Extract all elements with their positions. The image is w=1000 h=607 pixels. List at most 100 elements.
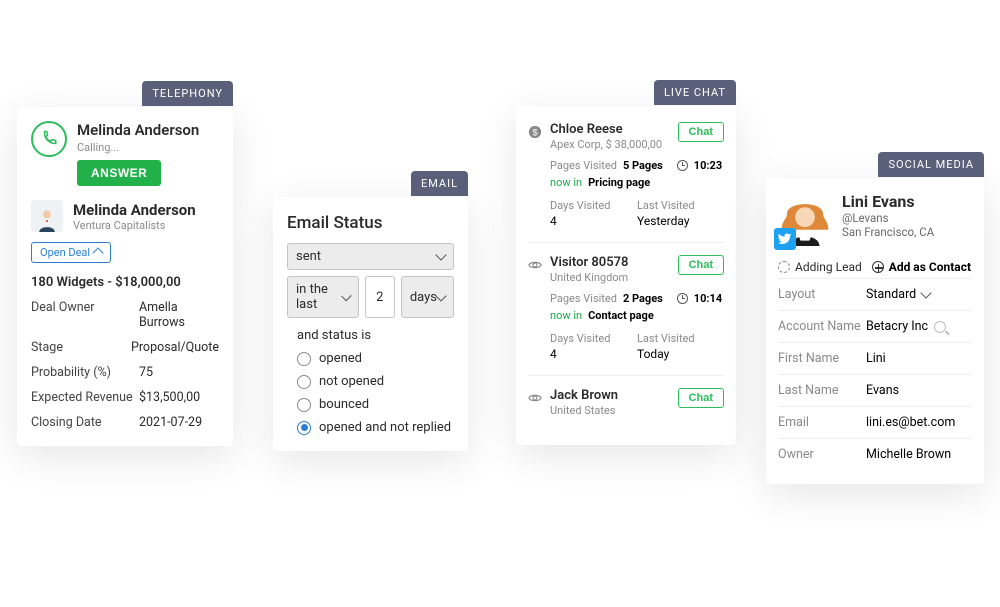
now-in-label: now in — [550, 309, 582, 322]
chat-button[interactable]: Chat — [678, 122, 724, 142]
eye-icon — [528, 390, 542, 404]
eye-icon — [528, 257, 542, 271]
current-page: Contact page — [588, 309, 654, 322]
pages-visited-label: Pages Visited — [550, 292, 617, 305]
form-label: Email — [778, 415, 866, 430]
caller-name: Melinda Anderson — [77, 121, 199, 139]
adding-lead-status: Adding Lead — [778, 260, 862, 274]
radio-label: opened — [319, 351, 362, 366]
chat-button[interactable]: Chat — [678, 255, 724, 275]
visitor-sub: Apex Corp, $ 38,000,00 — [550, 138, 662, 151]
visit-time: 10:23 — [694, 159, 722, 172]
clock-icon — [677, 293, 688, 304]
visitor-sub: United Kingdom — [550, 271, 629, 284]
dollar-icon: $ — [528, 124, 542, 138]
form-row: OwnerMichelle Brown — [778, 438, 972, 470]
radio-label: not opened — [319, 374, 384, 389]
telephony-card: TELEPHONY Melinda Anderson Calling... AN… — [17, 107, 233, 446]
search-icon[interactable] — [934, 321, 946, 333]
field-value: Proposal/Quote — [131, 340, 219, 355]
radio-label: opened and not replied — [319, 420, 451, 435]
visit-time: 10:14 — [694, 292, 722, 305]
contact-avatar — [31, 200, 63, 232]
deal-field: Probability (%)75 — [31, 365, 219, 380]
open-deal-button[interactable]: Open Deal — [31, 242, 111, 263]
form-value[interactable]: lini.es@bet.com — [866, 415, 972, 430]
form-row: First NameLini — [778, 342, 972, 374]
plus-icon — [872, 261, 884, 273]
radio-option[interactable]: opened — [297, 351, 454, 366]
range-count-input[interactable]: 2 — [365, 276, 395, 318]
clock-icon — [677, 160, 688, 171]
visitor-sub: United States — [550, 404, 618, 417]
form-label: First Name — [778, 351, 866, 366]
pages-visited-value: 2 Pages — [623, 292, 663, 305]
social-tag: SOCIAL MEDIA — [878, 152, 984, 177]
answer-button[interactable]: ANSWER — [77, 160, 161, 186]
field-value: 75 — [139, 365, 219, 380]
call-status: Calling... — [77, 141, 199, 154]
form-label: Layout — [778, 287, 866, 302]
deal-field: Deal OwnerAmella Burrows — [31, 300, 219, 330]
visitor-item: Jack BrownUnited States Chat — [528, 375, 724, 431]
form-value[interactable]: Betacry Inc — [866, 319, 972, 334]
visitor-name: Chloe Reese — [550, 122, 662, 137]
deal-field: Closing Date2021-07-29 — [31, 415, 219, 430]
radio-icon — [297, 398, 311, 412]
form-label: Account Name — [778, 319, 866, 334]
add-as-contact-button[interactable]: Add as Contact — [872, 260, 971, 274]
pages-visited-value: 5 Pages — [623, 159, 663, 172]
form-value[interactable]: Standard — [866, 287, 972, 302]
deal-field: StageProposal/Quote — [31, 340, 219, 355]
last-visited-value: Yesterday — [637, 214, 724, 228]
pages-visited-label: Pages Visited — [550, 159, 617, 172]
chevron-down-icon — [921, 287, 932, 298]
and-status-label: and status is — [297, 328, 454, 343]
form-label: Last Name — [778, 383, 866, 398]
form-label: Owner — [778, 447, 866, 462]
form-value[interactable]: Michelle Brown — [866, 447, 972, 462]
form-row: Account NameBetacry Inc — [778, 310, 972, 342]
range-unit-select[interactable]: days — [401, 276, 454, 318]
field-label: Closing Date — [31, 415, 139, 430]
radio-icon — [297, 375, 311, 389]
visitor-item: $ Chloe ReeseApex Corp, $ 38,000,00 Chat Pa… — [528, 116, 724, 242]
last-visited-label: Last Visited — [637, 332, 724, 345]
radio-option[interactable]: not opened — [297, 374, 454, 389]
days-visited-value: 4 — [550, 214, 637, 228]
radio-label: bounced — [319, 397, 369, 412]
visitor-item: Visitor 80578United Kingdom Chat Pages Vis… — [528, 242, 724, 375]
field-value: Amella Burrows — [139, 300, 219, 330]
form-value[interactable]: Evans — [866, 383, 972, 398]
call-icon — [31, 121, 67, 157]
contact-company: Ventura Capitalists — [73, 219, 196, 232]
email-card: EMAIL Email Status sent in the last 2 da… — [273, 197, 468, 451]
form-value[interactable]: Lini — [866, 351, 972, 366]
form-row: LayoutStandard — [778, 278, 972, 310]
social-handle: @Levans — [842, 211, 934, 225]
field-label: Deal Owner — [31, 300, 139, 330]
now-in-label: now in — [550, 176, 582, 189]
deal-field: Expected Revenue$13,500,00 — [31, 390, 219, 405]
livechat-tag: LIVE CHAT — [654, 80, 736, 105]
status-select[interactable]: sent — [287, 243, 454, 270]
livechat-card: LIVE CHAT $Chloe ReeseApex Corp, $ 38,00… — [516, 106, 736, 445]
field-label: Stage — [31, 340, 131, 355]
radio-icon — [297, 421, 311, 435]
last-visited-value: Today — [637, 347, 724, 361]
contact-name: Melinda Anderson — [73, 201, 196, 219]
chat-button[interactable]: Chat — [678, 388, 724, 408]
days-visited-label: Days Visited — [550, 199, 637, 212]
field-value: 2021-07-29 — [139, 415, 219, 430]
range-select[interactable]: in the last — [287, 276, 359, 318]
social-name: Lini Evans — [842, 192, 934, 211]
last-visited-label: Last Visited — [637, 199, 724, 212]
field-label: Expected Revenue — [31, 390, 139, 405]
radio-option[interactable]: opened and not replied — [297, 420, 454, 435]
social-location: San Francisco, CA — [842, 225, 934, 239]
visitor-name: Jack Brown — [550, 388, 618, 403]
radio-option[interactable]: bounced — [297, 397, 454, 412]
deal-title: 180 Widgets - $18,000,00 — [31, 275, 219, 290]
visitor-name: Visitor 80578 — [550, 255, 629, 270]
email-title: Email Status — [287, 213, 454, 233]
